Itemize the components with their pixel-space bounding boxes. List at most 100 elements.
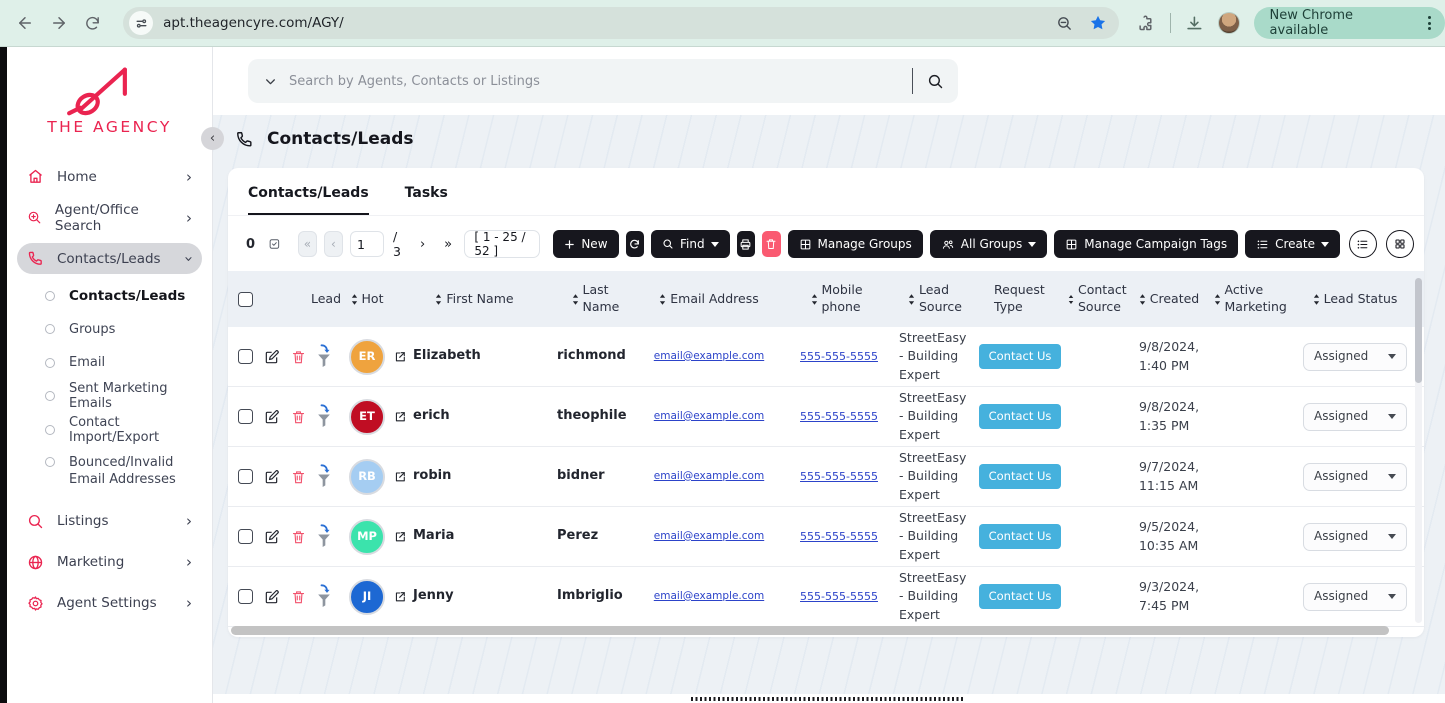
create-button[interactable]: Create (1245, 230, 1340, 258)
sidebar-subitem-groups[interactable]: Groups (17, 313, 202, 347)
delete-icon[interactable] (291, 469, 306, 485)
delete-icon[interactable] (291, 589, 306, 605)
header-checkbox[interactable] (238, 291, 253, 307)
edit-icon[interactable] (264, 589, 280, 605)
delete-icon[interactable] (291, 409, 306, 425)
email-link[interactable]: email@example.com (654, 529, 764, 544)
column-header-hot[interactable]: Hot (342, 287, 392, 312)
lead-funnel-icon[interactable] (314, 583, 334, 610)
sort-icon[interactable] (572, 293, 579, 305)
column-header-first-name[interactable]: First Name (392, 287, 557, 312)
email-link[interactable]: email@example.com (654, 589, 764, 604)
phone-link[interactable]: 555-555-5555 (800, 349, 878, 365)
search-scope-chevron-icon[interactable] (264, 75, 277, 88)
global-search-bar[interactable] (248, 59, 958, 103)
email-link[interactable]: email@example.com (654, 349, 764, 364)
chrome-update-button[interactable]: New Chrome available (1253, 7, 1445, 39)
refresh-button[interactable] (625, 231, 644, 257)
avatar[interactable]: ER (349, 338, 385, 375)
bookmark-star-icon[interactable] (1089, 14, 1107, 32)
browser-menu-icon[interactable] (1424, 16, 1435, 30)
sort-icon[interactable] (1313, 293, 1320, 305)
first-name[interactable]: Jenny (413, 587, 454, 606)
column-header-last-name[interactable]: Last Name (557, 278, 639, 320)
sort-icon[interactable] (1139, 293, 1146, 305)
browser-back-button[interactable] (8, 6, 42, 40)
browser-forward-button[interactable] (42, 6, 76, 40)
external-link-icon[interactable] (394, 470, 407, 483)
lead-funnel-icon[interactable] (314, 523, 334, 550)
sidebar-subitem-contacts-leads[interactable]: Contacts/Leads (17, 279, 202, 313)
lead-status-select[interactable]: Assigned (1303, 402, 1407, 431)
sidebar-item-agent-office-search[interactable]: Agent/Office Search › (17, 197, 202, 238)
external-link-icon[interactable] (394, 530, 407, 543)
sidebar-subitem-bounced-invalid-emails[interactable]: Bounced/Invalid Email Addresses (17, 447, 202, 498)
page-number-input[interactable] (349, 231, 384, 257)
browser-profile-avatar[interactable] (1217, 12, 1240, 34)
sidebar-item-agent-settings[interactable]: Agent Settings › (17, 583, 202, 624)
column-header-mobile-phone[interactable]: Mobile phone (779, 278, 899, 320)
sort-icon[interactable] (1068, 294, 1074, 305)
zoom-icon[interactable] (1056, 15, 1073, 32)
row-checkbox[interactable] (238, 529, 253, 544)
vertical-scrollbar-track[interactable] (1415, 278, 1422, 623)
vertical-scrollbar-thumb[interactable] (1415, 278, 1422, 383)
url-text[interactable]: apt.theagencyre.com/AGY/ (163, 15, 1056, 31)
avatar[interactable]: ET (349, 398, 385, 435)
sort-icon[interactable] (659, 293, 666, 305)
external-link-icon[interactable] (394, 350, 407, 363)
global-search-input[interactable] (289, 73, 906, 89)
column-header-created[interactable]: Created (1128, 287, 1210, 312)
column-header-lead-status[interactable]: Lead Status (1286, 287, 1424, 312)
sidebar-item-home[interactable]: Home › (17, 156, 202, 197)
lead-status-select[interactable]: Assigned (1303, 582, 1407, 611)
lead-funnel-icon[interactable] (314, 343, 334, 370)
lead-status-select[interactable]: Assigned (1303, 522, 1407, 551)
first-name[interactable]: Maria (413, 527, 454, 546)
phone-link[interactable]: 555-555-5555 (800, 409, 878, 425)
manage-campaign-tags-button[interactable]: Manage Campaign Tags (1054, 230, 1239, 258)
sidebar-collapse-button[interactable]: ‹ (201, 127, 224, 150)
lead-status-select[interactable]: Assigned (1303, 342, 1407, 371)
search-icon[interactable] (927, 73, 944, 90)
new-button[interactable]: New (553, 230, 619, 258)
avatar[interactable]: JI (349, 578, 385, 615)
download-icon[interactable] (1185, 14, 1204, 33)
sidebar-item-marketing[interactable]: Marketing › (17, 542, 202, 583)
sidebar-subitem-sent-marketing-emails[interactable]: Sent Marketing Emails (17, 380, 202, 414)
lead-funnel-icon[interactable] (314, 463, 334, 490)
address-bar[interactable]: apt.theagencyre.com/AGY/ (123, 7, 1120, 39)
avatar[interactable]: RB (349, 458, 385, 495)
sidebar-subitem-email[interactable]: Email (17, 346, 202, 380)
delete-icon[interactable] (291, 529, 306, 545)
site-settings-icon[interactable] (129, 11, 154, 35)
manage-groups-button[interactable]: Manage Groups (787, 230, 923, 258)
sort-icon[interactable] (811, 293, 818, 305)
sidebar-subitem-contact-import-export[interactable]: Contact Import/Export (17, 413, 202, 447)
row-checkbox[interactable] (238, 409, 253, 424)
browser-reload-button[interactable] (75, 6, 109, 40)
sort-icon[interactable] (351, 293, 358, 305)
find-button[interactable]: Find (650, 230, 730, 258)
first-name[interactable]: robin (413, 467, 451, 486)
phone-link[interactable]: 555-555-5555 (800, 469, 878, 485)
first-name[interactable]: erich (413, 407, 450, 426)
list-view-toggle[interactable] (1348, 230, 1377, 258)
extensions-icon[interactable] (1137, 14, 1156, 33)
edit-icon[interactable] (264, 529, 280, 545)
column-header-active-marketing[interactable]: Active Marketing (1210, 278, 1287, 320)
column-header-lead-source[interactable]: Lead Source (899, 278, 974, 320)
row-checkbox[interactable] (238, 349, 253, 364)
agency-logo[interactable]: THE AGENCY (7, 47, 212, 147)
lead-funnel-icon[interactable] (314, 403, 334, 430)
row-checkbox[interactable] (238, 469, 253, 484)
sort-icon[interactable] (908, 293, 915, 305)
next-page-button[interactable]: › (413, 231, 431, 257)
delete-button[interactable] (762, 231, 781, 257)
tab-tasks[interactable]: Tasks (405, 185, 448, 215)
external-link-icon[interactable] (394, 590, 407, 603)
avatar[interactable]: MP (349, 518, 385, 555)
sort-icon[interactable] (435, 293, 442, 305)
edit-icon[interactable] (264, 469, 280, 485)
external-link-icon[interactable] (394, 410, 407, 423)
